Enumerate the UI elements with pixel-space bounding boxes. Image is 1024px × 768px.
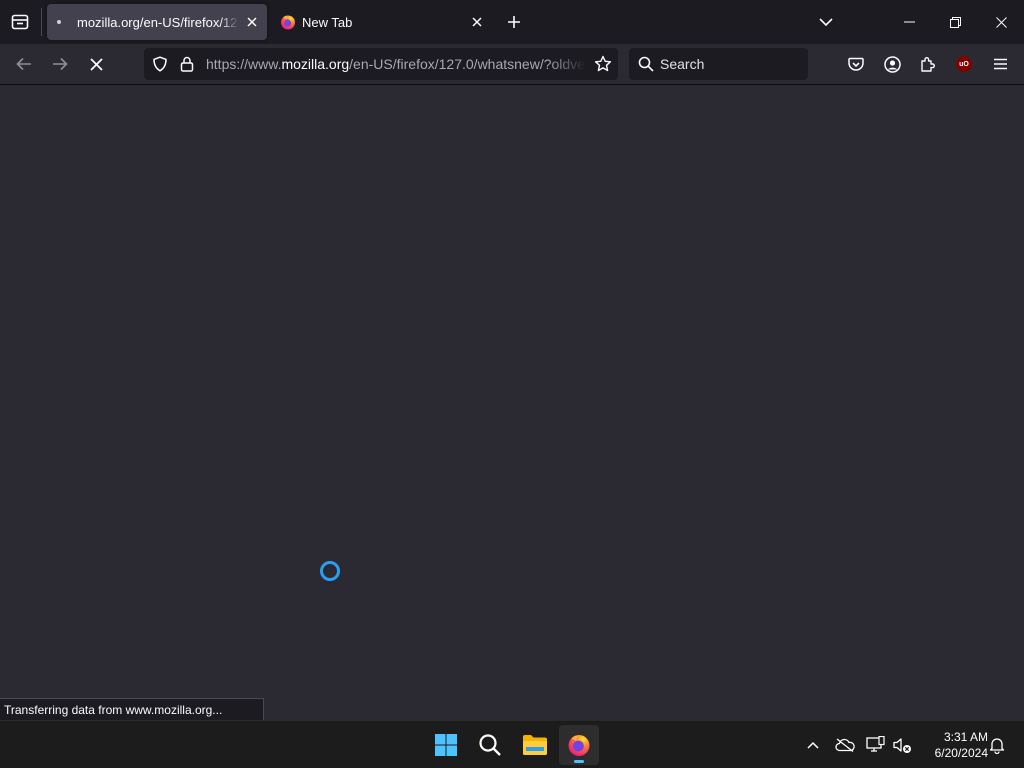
tab-close-button[interactable] <box>241 11 263 33</box>
back-button[interactable] <box>8 48 40 80</box>
minimize-button[interactable] <box>886 0 932 44</box>
chevron-up-icon <box>807 741 819 749</box>
firefox-icon <box>280 14 296 30</box>
pocket-button[interactable] <box>841 49 871 79</box>
start-button[interactable] <box>426 725 466 765</box>
url-host: mozilla.org <box>281 56 350 72</box>
tab-new-tab[interactable]: New Tab <box>270 4 492 40</box>
clock-date: 6/20/2024 <box>934 746 988 760</box>
lock-icon[interactable] <box>180 56 194 72</box>
loading-spinner <box>320 561 340 581</box>
onedrive-icon <box>835 738 855 752</box>
firefox-icon <box>568 735 590 756</box>
bookmark-star-icon[interactable] <box>594 55 612 73</box>
file-explorer-button[interactable] <box>515 725 555 765</box>
plus-icon <box>508 16 520 28</box>
menu-icon <box>993 58 1007 70</box>
forward-arrow-icon <box>53 57 68 71</box>
firefox-view-icon <box>11 14 29 30</box>
tab-mozilla-whatsnew[interactable]: mozilla.org/en-US/firefox/127.0/whatsnew… <box>47 4 267 40</box>
restore-icon <box>949 16 961 28</box>
tracking-protection-shield-icon[interactable] <box>152 56 168 72</box>
ublock-origin-icon: uO <box>956 56 972 72</box>
minimize-icon <box>903 21 915 23</box>
status-panel: Transferring data from www.mozilla.org..… <box>0 698 264 720</box>
account-icon <box>883 55 901 73</box>
search-placeholder: Search <box>660 56 705 72</box>
url-bar[interactable]: https://www.mozilla.org/en-US/firefox/12… <box>144 48 618 80</box>
window-close-button[interactable] <box>978 0 1024 44</box>
chevron-down-icon <box>819 18 833 27</box>
restore-button[interactable] <box>932 0 978 44</box>
ublock-origin-button[interactable]: uO <box>949 49 979 79</box>
system-clock[interactable]: 3:31 AM 6/20/2024 <box>918 729 988 761</box>
firefox-view-button[interactable] <box>6 8 34 36</box>
page-content[interactable]: Transferring data from www.mozilla.org..… <box>0 86 1024 720</box>
extensions-icon <box>921 57 935 72</box>
volume-button[interactable] <box>890 733 914 757</box>
firefox-taskbar-button[interactable] <box>559 725 599 765</box>
tab-strip: mozilla.org/en-US/firefox/127.0/whatsnew… <box>0 0 1024 44</box>
notifications-icon <box>989 738 1005 754</box>
running-indicator <box>574 760 584 763</box>
list-all-tabs-button[interactable] <box>812 8 840 36</box>
stop-button[interactable] <box>80 48 112 80</box>
windows-taskbar: 3:31 AM 6/20/2024 <box>0 720 1024 768</box>
network-icon <box>866 736 885 752</box>
windows-start-icon <box>435 734 457 756</box>
close-icon <box>247 17 257 27</box>
account-button[interactable] <box>877 49 907 79</box>
tabstrip-divider <box>41 8 42 36</box>
stop-icon <box>89 57 103 71</box>
volume-muted-icon <box>893 738 911 753</box>
tab-title: mozilla.org/en-US/firefox/127.0/whatsnew… <box>77 15 239 30</box>
app-menu-button[interactable] <box>985 49 1015 79</box>
navigation-toolbar: https://www.mozilla.org/en-US/firefox/12… <box>0 44 1024 85</box>
url-path: /en-US/firefox/127.0/whatsnew/?oldversio… <box>349 56 586 72</box>
onedrive-button[interactable] <box>833 733 857 757</box>
search-bar[interactable]: Search <box>629 48 808 80</box>
forward-button[interactable] <box>44 48 76 80</box>
network-button[interactable] <box>864 733 888 757</box>
close-icon <box>995 16 1007 28</box>
notifications-button[interactable] <box>985 733 1009 757</box>
taskbar-search-button[interactable] <box>470 725 510 765</box>
search-icon <box>638 56 654 72</box>
url-scheme: https://www. <box>206 56 282 72</box>
extensions-button[interactable] <box>913 49 943 79</box>
file-explorer-icon <box>523 735 547 755</box>
clock-time: 3:31 AM <box>943 730 988 744</box>
new-tab-button[interactable] <box>500 8 528 36</box>
close-icon <box>472 17 482 27</box>
tab-title: New Tab <box>302 15 353 30</box>
back-arrow-icon <box>16 57 31 71</box>
tab-close-button[interactable] <box>466 11 488 33</box>
pocket-icon <box>848 57 864 71</box>
tab-loading-indicator <box>57 20 61 24</box>
search-icon <box>479 734 501 756</box>
show-hidden-icons-button[interactable] <box>801 733 825 757</box>
url-text[interactable]: https://www.mozilla.org/en-US/firefox/12… <box>206 56 586 72</box>
